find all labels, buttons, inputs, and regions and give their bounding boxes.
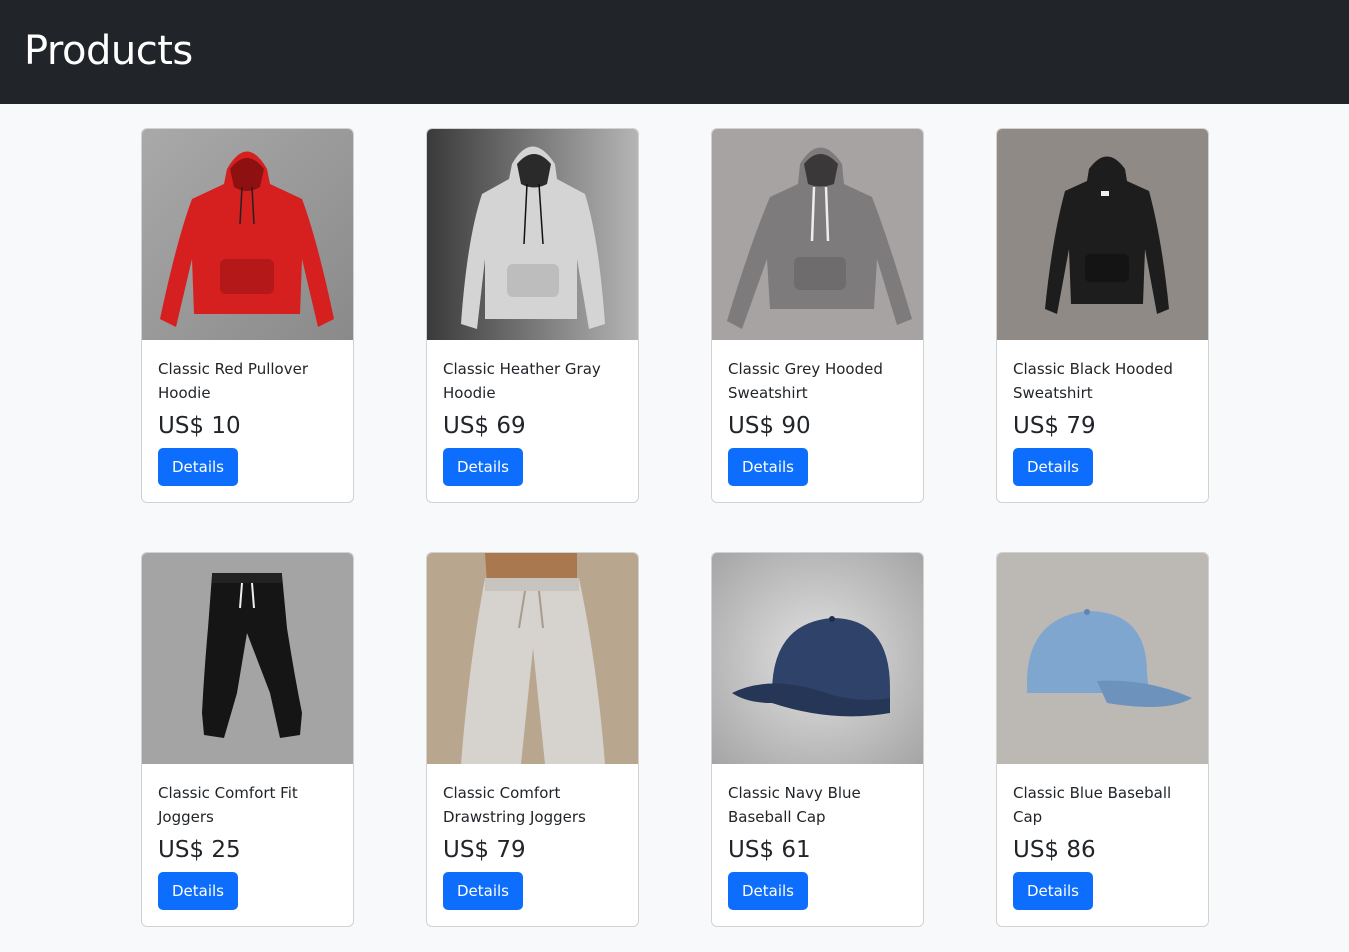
product-price: US$ 79: [1013, 413, 1096, 439]
black-joggers-image[interactable]: [142, 553, 353, 764]
product-price: US$ 25: [158, 837, 241, 863]
product-card: Classic Blue Baseball Cap US$ 86 Details: [996, 552, 1209, 927]
product-title: Classic Heather Gray Hoodie: [443, 360, 601, 402]
beige-joggers-image[interactable]: [427, 553, 638, 764]
product-card: Classic Navy Blue Baseball Cap US$ 61 De…: [711, 552, 924, 927]
details-button[interactable]: Details: [443, 448, 524, 486]
navy-cap-image[interactable]: [712, 553, 923, 764]
details-button[interactable]: Details: [443, 872, 524, 910]
product-title: Classic Grey Hooded Sweatshirt: [728, 360, 883, 402]
details-button[interactable]: Details: [1013, 872, 1094, 910]
details-button[interactable]: Details: [1013, 448, 1094, 486]
product-price: US$ 90: [728, 413, 811, 439]
details-button[interactable]: Details: [158, 448, 239, 486]
details-button[interactable]: Details: [158, 872, 239, 910]
grey-hoodie-image[interactable]: [712, 129, 923, 340]
product-card: Classic Heather Gray Hoodie US$ 69 Detai…: [426, 128, 639, 503]
product-title: Classic Blue Baseball Cap: [1013, 784, 1172, 826]
black-hoodie-image[interactable]: [997, 129, 1208, 340]
product-price: US$ 69: [443, 413, 526, 439]
product-card: Classic Comfort Drawstring Joggers US$ 7…: [426, 552, 639, 927]
product-title: Classic Black Hooded Sweatshirt: [1013, 360, 1173, 402]
page-header: Products: [0, 0, 1349, 104]
details-button[interactable]: Details: [728, 448, 809, 486]
product-title: Classic Comfort Drawstring Joggers: [443, 784, 586, 826]
light-blue-cap-image[interactable]: [997, 553, 1208, 764]
product-price: US$ 86: [1013, 837, 1096, 863]
product-title: Classic Navy Blue Baseball Cap: [728, 784, 861, 826]
page-title: Products: [24, 28, 193, 74]
red-hoodie-image[interactable]: [142, 129, 353, 340]
product-card: Classic Grey Hooded Sweatshirt US$ 90 De…: [711, 128, 924, 503]
product-card: Classic Comfort Fit Joggers US$ 25 Detai…: [141, 552, 354, 927]
details-button[interactable]: Details: [728, 872, 809, 910]
heather-gray-hoodie-image[interactable]: [427, 129, 638, 340]
product-card: Classic Red Pullover Hoodie US$ 10 Detai…: [141, 128, 354, 503]
product-title: Classic Comfort Fit Joggers: [158, 784, 298, 826]
product-price: US$ 79: [443, 837, 526, 863]
product-price: US$ 10: [158, 413, 241, 439]
product-price: US$ 61: [728, 837, 811, 863]
product-title: Classic Red Pullover Hoodie: [158, 360, 308, 402]
product-card: Classic Black Hooded Sweatshirt US$ 79 D…: [996, 128, 1209, 503]
